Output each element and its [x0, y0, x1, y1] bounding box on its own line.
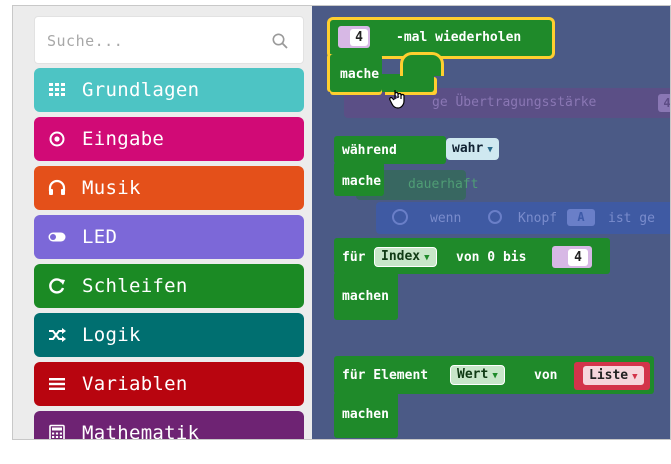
category-grundlagen[interactable]: Grundlagen — [34, 68, 304, 112]
category-label: Variablen — [82, 373, 188, 395]
search-box[interactable] — [34, 16, 304, 64]
hand-cursor-icon — [389, 90, 405, 109]
for-index-variable-dropdown[interactable]: Index ▼ — [374, 247, 437, 267]
grid-icon — [46, 79, 68, 101]
calculator-icon — [46, 422, 68, 439]
category-label: Grundlagen — [82, 79, 200, 101]
for-each-from-label: von — [534, 368, 558, 383]
ghost-input-icon — [392, 209, 408, 225]
chevron-down-icon: ▼ — [424, 253, 430, 263]
category-eingabe[interactable]: Eingabe — [34, 117, 304, 161]
ghost-if-label: wenn — [430, 211, 462, 226]
list-icon — [46, 373, 68, 395]
for-index-slot — [398, 284, 432, 314]
category-mathematik[interactable]: Mathematik — [34, 411, 304, 440]
search-icon[interactable] — [271, 32, 289, 50]
repeat-block-notch — [400, 52, 444, 76]
blocks-workspace[interactable]: ge Übertragungsstärke 4 dauerhaft wenn K… — [312, 6, 670, 439]
repeat-label: -mal wiederholen — [396, 30, 522, 45]
category-logik[interactable]: Logik — [34, 313, 304, 357]
for-index-body-label: machen — [342, 289, 389, 304]
category-label: Mathematik — [82, 422, 200, 440]
category-musik[interactable]: Musik — [34, 166, 304, 210]
for-index-range-label: von 0 bis — [456, 250, 527, 265]
category-label: Schleifen — [82, 275, 188, 297]
chevron-down-icon: ▼ — [487, 145, 493, 155]
category-led[interactable]: LED — [34, 215, 304, 259]
toolbox: Grundlagen Eingabe Musik LED Schleifen — [13, 6, 312, 440]
for-each-prefix: für Element — [342, 368, 429, 383]
while-body-label: mache — [342, 174, 382, 189]
category-label: Logik — [82, 324, 141, 346]
ghost-forever-label: dauerhaft — [408, 177, 479, 192]
repeat-count-value[interactable]: 4 — [350, 29, 368, 46]
while-condition-value: wahr — [452, 141, 484, 156]
category-label: Musik — [82, 177, 141, 199]
target-icon — [46, 128, 68, 150]
chevron-down-icon: ▼ — [492, 371, 498, 381]
category-label: LED — [82, 226, 118, 248]
repeat-body-label: mache — [340, 67, 380, 82]
headphones-icon — [46, 177, 68, 199]
for-each-variable-dropdown[interactable]: Wert ▼ — [450, 365, 505, 385]
loop-icon — [46, 275, 68, 297]
while-label: während — [342, 143, 397, 158]
for-index-prefix: für — [342, 250, 366, 265]
for-index-end-value[interactable]: 4 — [568, 249, 588, 266]
editor-frame: Grundlagen Eingabe Musik LED Schleifen — [12, 5, 671, 440]
category-schleifen[interactable]: Schleifen — [34, 264, 304, 308]
for-each-body-label: machen — [342, 407, 389, 422]
category-label: Eingabe — [82, 128, 165, 150]
ghost-button-label: Knopf — [518, 211, 558, 226]
ghost-transmit-number: 4 — [658, 94, 670, 112]
chevron-down-icon: ▼ — [632, 372, 638, 382]
category-variablen[interactable]: Variablen — [34, 362, 304, 406]
for-each-variable: Wert — [457, 367, 489, 382]
shuffle-icon — [46, 324, 68, 346]
list-dropdown[interactable]: Liste ▼ — [582, 365, 645, 386]
toggle-icon — [46, 226, 68, 248]
while-condition-dropdown[interactable]: wahr ▼ — [446, 138, 499, 160]
ghost-button-value: A — [567, 209, 595, 226]
for-each-slot — [398, 402, 432, 432]
ghost-button-icon — [488, 210, 502, 224]
for-index-variable: Index — [381, 249, 421, 264]
list-value: Liste — [589, 368, 629, 383]
search-input[interactable] — [47, 29, 257, 53]
ghost-is-label: ist ge — [608, 211, 655, 226]
